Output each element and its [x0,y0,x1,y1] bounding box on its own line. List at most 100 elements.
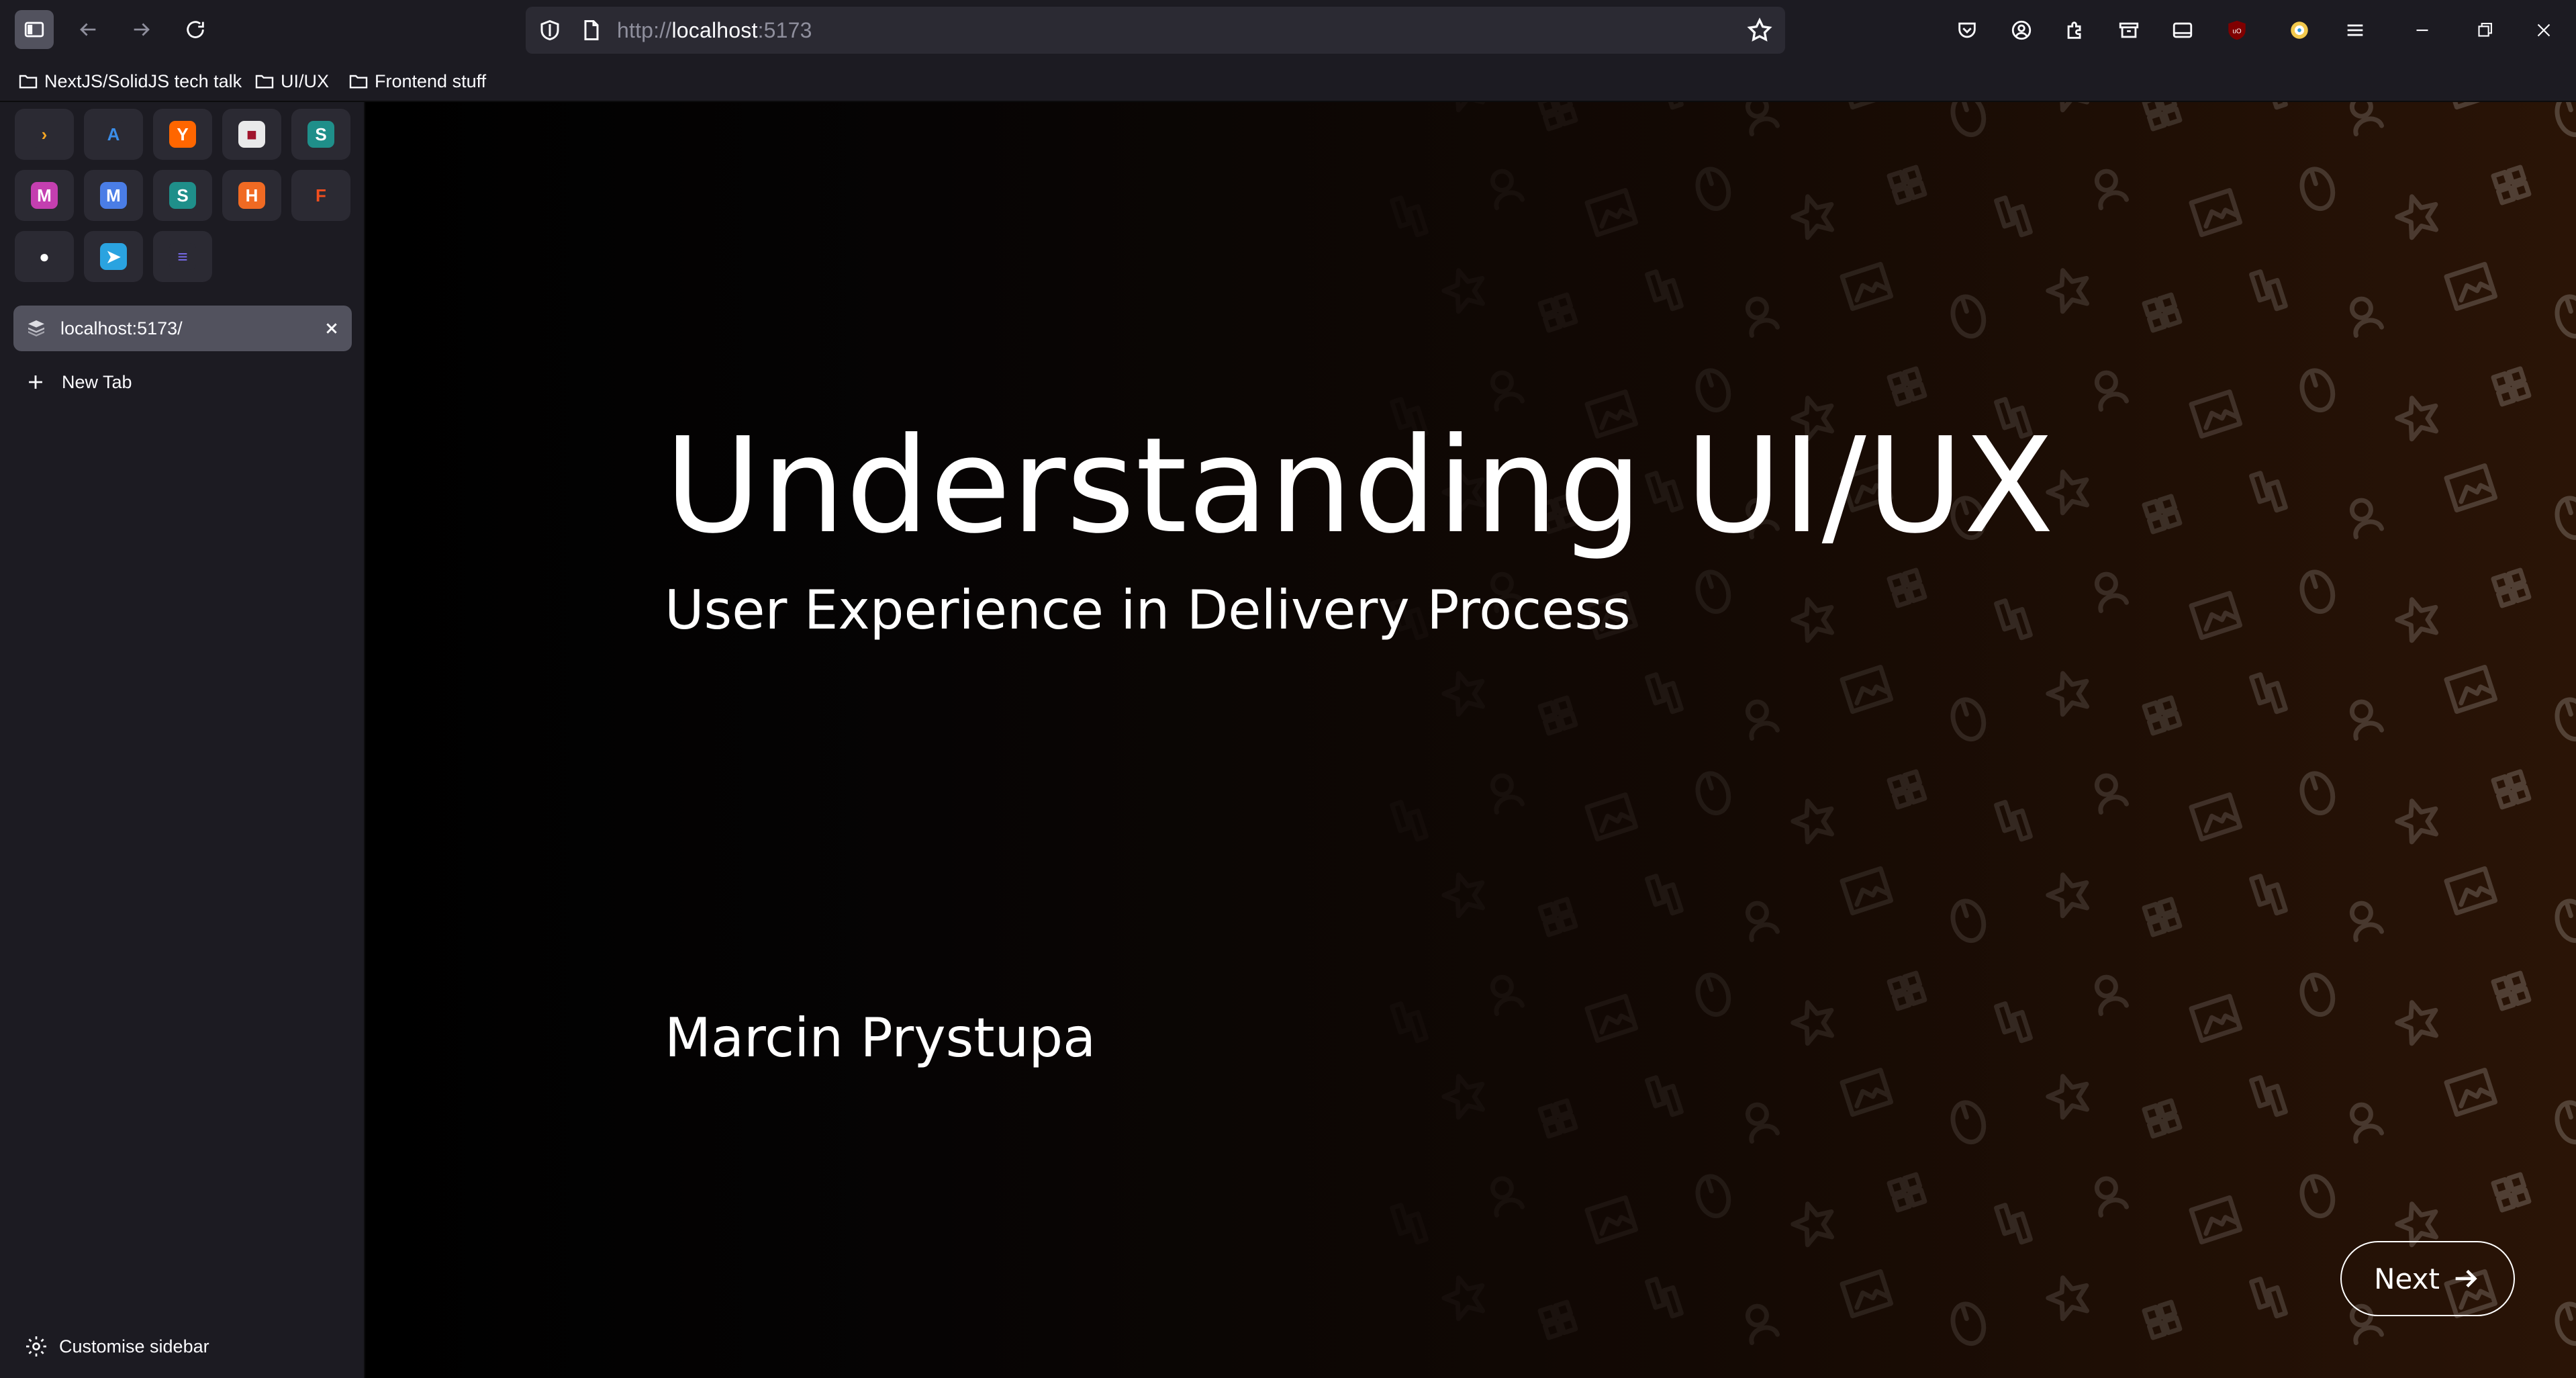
pocket-button[interactable] [1950,13,1984,47]
github-icon: ● [31,243,58,270]
bookmark-folder-frontend[interactable]: Frontend stuff [348,66,486,97]
pattern-icon [2299,1174,2336,1219]
pattern-icon [2046,268,2090,314]
pattern-icon [1887,567,1927,608]
bookmark-star-icon[interactable] [1746,17,1773,44]
tab-localhost[interactable]: localhost:5173/ [13,306,352,351]
url-port: :5173 [757,18,812,42]
pattern-icon [2046,1275,2090,1322]
back-button[interactable] [68,10,107,49]
folder-icon [255,75,274,89]
pattern-icon [2249,1075,2288,1117]
pattern-icon [1392,193,1427,239]
pattern-icon [2046,1074,2090,1120]
pattern-icon [1887,165,1927,205]
pattern-icon [1645,269,1684,312]
tab-view-button[interactable] [2166,13,2199,47]
customise-sidebar-button[interactable]: Customise sidebar [24,1330,209,1363]
pattern-icon [1840,102,1894,110]
restore-button[interactable] [2468,13,2501,47]
h-app-icon: H [238,182,265,209]
pinned-tab[interactable]: Y [153,109,212,160]
pattern-icon [1745,699,1780,741]
pinned-tab[interactable]: F [291,170,350,221]
pattern-icon [1791,194,1835,240]
pinned-tab[interactable]: M [15,170,74,221]
page-info-icon[interactable] [579,18,604,42]
pinned-tab[interactable]: S [291,109,350,160]
sidebar-toggle-button[interactable] [15,10,54,49]
new-tab-label: New Tab [62,371,132,392]
bookmark-folder-uiux[interactable]: UI/UX [254,66,329,97]
extension-color-button[interactable] [2283,13,2316,47]
pattern-icon [1791,597,1835,643]
pinned-tab[interactable]: ● [15,231,74,282]
url-host: localhost [671,18,758,42]
pattern-icon [1745,901,1780,943]
containers-button[interactable] [2112,13,2146,47]
minimize-icon [2416,29,2428,32]
url-text[interactable]: http://localhost:5173 [617,7,812,54]
pattern-icon [1486,369,1522,410]
arrow-right-icon [134,23,150,36]
pattern-icon [1645,102,1684,110]
pattern-icon [2094,974,2129,1017]
pattern-icon [1695,972,1731,1017]
new-tab-button[interactable]: New Tab [24,365,132,399]
minimize-button[interactable] [2405,13,2439,47]
ublock-button[interactable]: uO [2220,13,2254,47]
linear-app-icon: ≡ [169,243,196,270]
slide-subtitle: User Experience in Delivery Process [665,579,1631,641]
pattern-icon [2249,102,2288,110]
pattern-icon [2142,494,2183,535]
mail-app-icon: M [31,182,58,209]
next-button[interactable]: Next [2340,1241,2515,1316]
pattern-icon [1791,1201,1835,1248]
account-button[interactable] [2005,13,2038,47]
close-window-button[interactable] [2527,13,2561,47]
pattern-icon [1486,772,1522,813]
forward-button[interactable] [122,10,161,49]
close-tab-icon[interactable] [321,318,342,339]
pattern-icon [2094,571,2129,614]
folder-icon [19,75,38,89]
pinned-tab[interactable]: H [222,170,281,221]
pattern-icon [1950,1301,1987,1346]
extensions-button[interactable] [2058,13,2092,47]
pattern-icon [2046,671,2090,717]
pattern-icon [2189,792,2243,842]
pattern-icon [2299,569,2336,614]
pinned-tab[interactable]: A [84,109,143,160]
reload-button[interactable] [176,10,215,49]
pattern-icon [1645,1277,1684,1319]
pinned-tab[interactable]: ≡ [153,231,212,282]
pinned-tab[interactable]: M [84,170,143,221]
pinned-tab[interactable]: S [153,170,212,221]
pinned-tab[interactable]: ➤ [84,231,143,282]
pinned-tab[interactable]: › [15,109,74,160]
pattern-icon [1887,769,1927,810]
pattern-icon [2249,269,2288,312]
url-bar[interactable]: http://localhost:5173 [526,7,1785,54]
customise-sidebar-label: Customise sidebar [59,1336,209,1357]
folder-icon [349,75,368,89]
pinned-tab[interactable]: ■ [222,109,281,160]
pattern-icon [1584,993,1639,1044]
slide-title: Understanding UI/UX [665,410,2055,563]
vertical-tabs-sidebar: › A Y ■ S M M S H F ● ➤ ≡ localhost:5173/ New Tab Cu… [0,102,365,1378]
bookmark-folder-nextjs[interactable]: NextJS/SolidJS tech talk [17,66,242,97]
pattern-icon [2395,194,2439,240]
pattern-icon [2299,167,2336,212]
pattern-icon [1584,1195,1639,1245]
save-app-icon: ■ [238,121,265,148]
pattern-icon [2094,773,2129,815]
tracking-protection-shield-icon[interactable] [538,18,562,42]
pattern-icon [1950,294,1987,339]
pattern-icon [2142,1299,2183,1340]
app-menu-button[interactable] [2338,13,2372,47]
pattern-icon [2299,972,2336,1017]
pattern-icon [1695,167,1731,212]
pattern-icon [1439,1070,1490,1119]
pattern-icon [1994,1203,2033,1245]
pattern-icon [1439,1271,1490,1321]
